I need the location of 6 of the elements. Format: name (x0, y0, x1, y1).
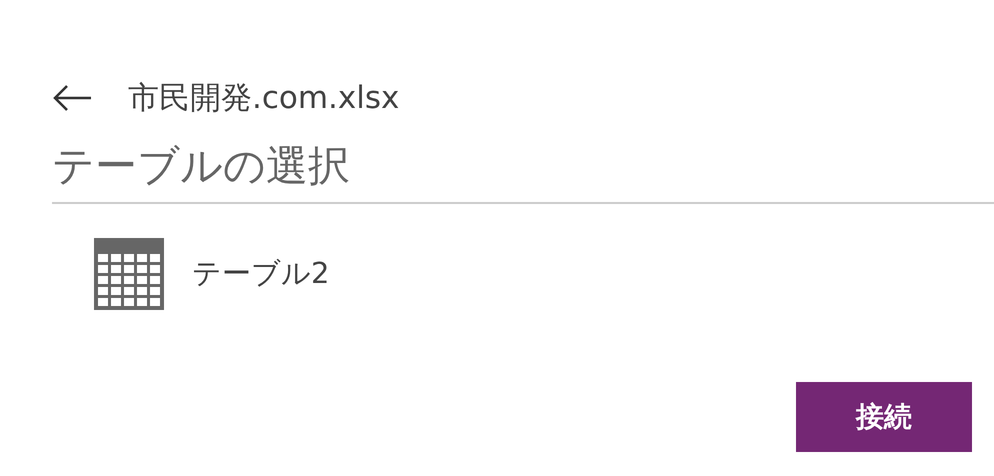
table-name[interactable]: テーブル2 (192, 252, 330, 296)
file-name: 市民開発.com.xlsx (128, 79, 400, 118)
back-arrow-icon[interactable] (52, 84, 92, 112)
page-heading: テーブルの選択 (52, 141, 350, 190)
connect-button[interactable]: 接続 (796, 382, 972, 452)
table-icon (94, 238, 164, 310)
